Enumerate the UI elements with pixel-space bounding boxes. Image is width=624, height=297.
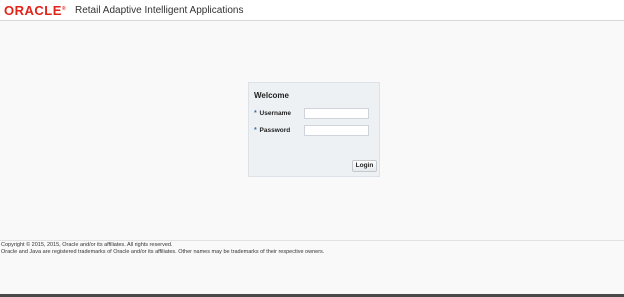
copyright-text: Copyright © 2015, 2015, Oracle and/or it… xyxy=(1,242,173,248)
password-input[interactable] xyxy=(304,125,369,136)
login-button[interactable]: Login xyxy=(352,160,377,172)
password-label-text: Password xyxy=(259,127,291,134)
username-input[interactable] xyxy=(304,108,369,119)
welcome-heading: Welcome xyxy=(254,91,289,100)
app-header: ORACLE® Retail Adaptive Intelligent Appl… xyxy=(0,0,624,21)
oracle-logo: ORACLE® xyxy=(4,4,66,17)
required-marker: * xyxy=(254,110,257,117)
registered-mark: ® xyxy=(61,6,66,12)
login-panel: Welcome * Username * Password Login xyxy=(248,82,380,177)
logo-text: ORACLE xyxy=(4,3,62,18)
app-title: Retail Adaptive Intelligent Applications xyxy=(75,5,244,16)
password-label: * Password xyxy=(254,127,290,134)
username-label: * Username xyxy=(254,110,291,117)
footer-divider xyxy=(0,240,624,241)
required-marker: * xyxy=(254,127,257,134)
trademark-text: Oracle and Java are registered trademark… xyxy=(1,249,325,255)
username-label-text: Username xyxy=(259,110,291,117)
